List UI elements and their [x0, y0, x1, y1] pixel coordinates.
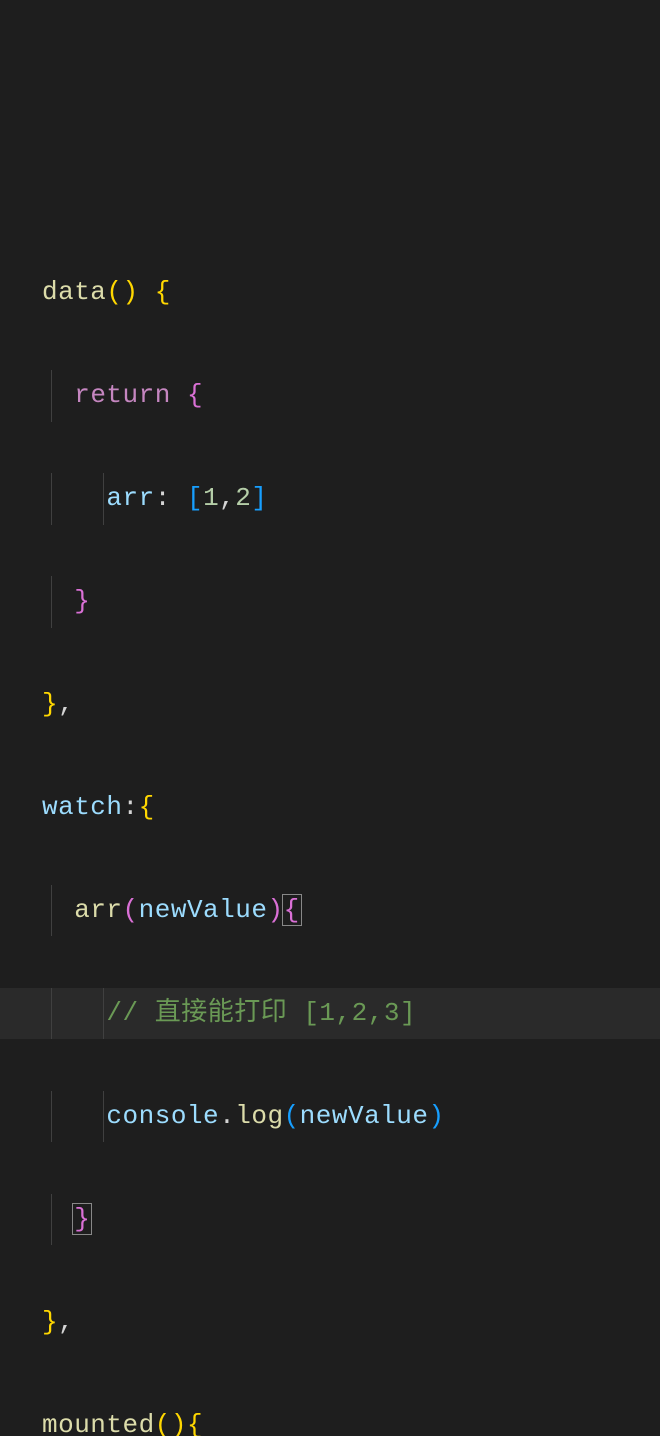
comment: // 直接能打印 [1,2,3] [106, 998, 416, 1028]
colon: : [123, 792, 139, 822]
brace-close: } [74, 586, 90, 616]
bracket-close: ] [251, 483, 267, 513]
property-name: arr [106, 483, 154, 513]
brace-open: { [139, 792, 155, 822]
code-editor[interactable]: data() { return { arr: [1,2] } }, watch:… [0, 216, 660, 1436]
parameter: newValue [139, 895, 268, 925]
parameter: newValue [300, 1101, 429, 1131]
brace-close-matched: } [72, 1203, 92, 1235]
brace-close: } [42, 689, 58, 719]
paren-close: ) [429, 1101, 445, 1131]
brace-open: { [155, 277, 171, 307]
dot: . [219, 1101, 235, 1131]
space [171, 483, 187, 513]
code-line: arr(newValue){ [0, 885, 660, 936]
code-line: }, [0, 679, 660, 730]
paren: () [106, 277, 138, 307]
code-line: } [0, 576, 660, 627]
number: 1 [203, 483, 219, 513]
code-line: console.log(newValue) [0, 1091, 660, 1142]
code-line: } [0, 1194, 660, 1245]
paren-open: ( [284, 1101, 300, 1131]
bracket-open: [ [187, 483, 203, 513]
brace-open: { [187, 1410, 203, 1436]
space [139, 277, 155, 307]
brace-close: } [42, 1307, 58, 1337]
code-line: arr: [1,2] [0, 473, 660, 524]
object-name: console [106, 1101, 219, 1131]
brace-open-matched: { [282, 894, 302, 926]
brace-open: { [187, 380, 203, 410]
paren: () [155, 1410, 187, 1436]
function-name: arr [74, 895, 122, 925]
space [171, 380, 187, 410]
method-name: log [235, 1101, 283, 1131]
code-line: data() { [0, 267, 660, 318]
code-line: mounted(){ [0, 1400, 660, 1436]
code-line: return { [0, 370, 660, 421]
function-name: mounted [42, 1410, 155, 1436]
comma: , [58, 689, 74, 719]
property-name: watch [42, 792, 123, 822]
code-line: watch:{ [0, 782, 660, 833]
function-name: data [42, 277, 106, 307]
keyword-return: return [74, 380, 171, 410]
comma: , [58, 1307, 74, 1337]
code-line-active: // 直接能打印 [1,2,3] [0, 988, 660, 1039]
comma: , [219, 483, 235, 513]
colon: : [155, 483, 171, 513]
number: 2 [235, 483, 251, 513]
code-line: }, [0, 1297, 660, 1348]
paren-open: ( [123, 895, 139, 925]
